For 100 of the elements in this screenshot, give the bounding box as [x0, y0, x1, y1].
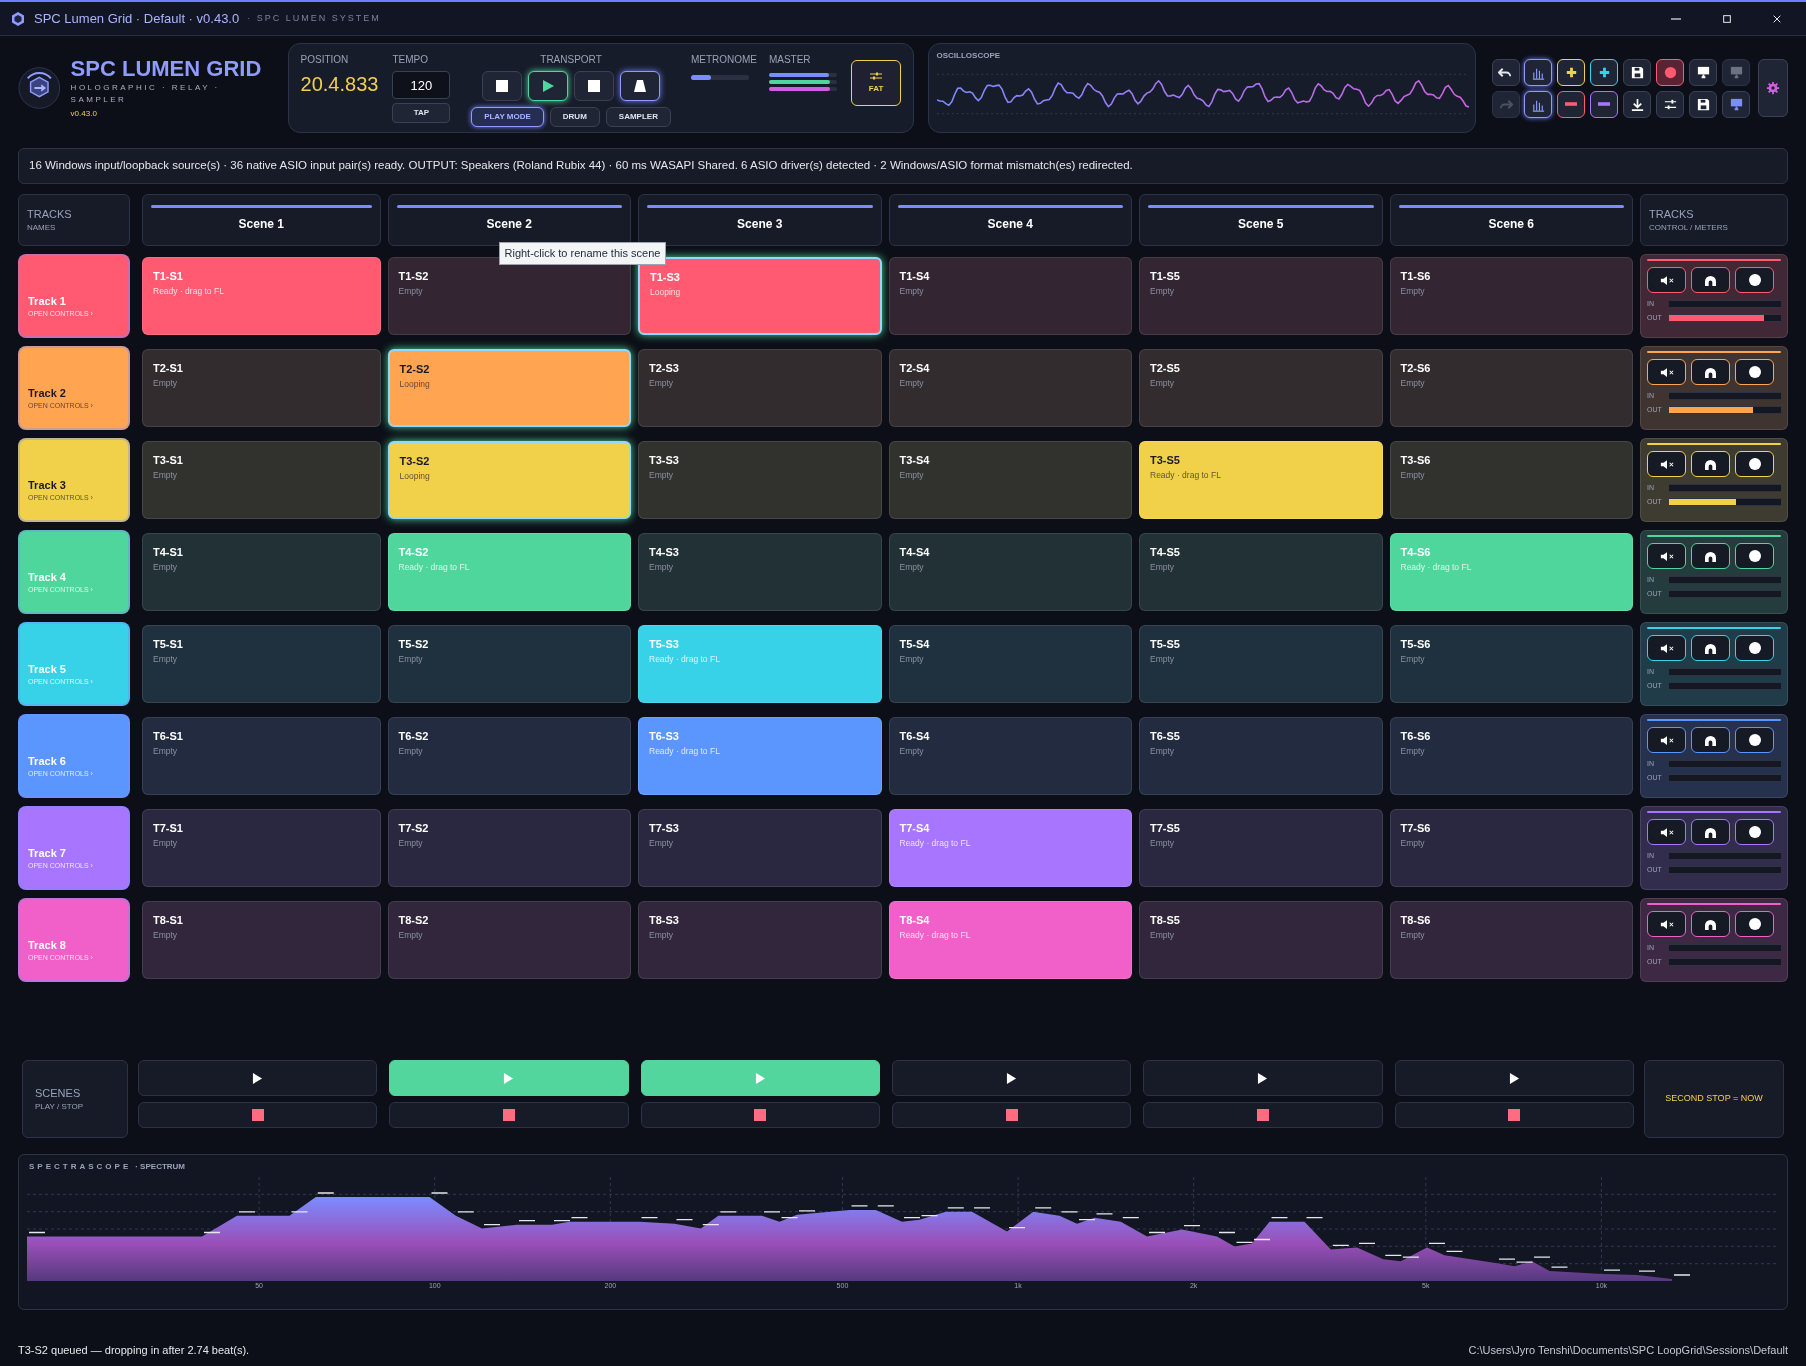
clip-slot[interactable]: T1-S5 Empty [1139, 257, 1383, 335]
monitor-button[interactable] [1691, 359, 1730, 385]
clip-slot[interactable]: T2-S2 Looping [387, 349, 631, 427]
clip-slot[interactable]: T3-S2 Looping [387, 441, 631, 519]
mode-button[interactable]: PLAY MODE [471, 107, 544, 127]
monitor-button[interactable] [1691, 543, 1730, 569]
metronome-button[interactable] [620, 71, 661, 101]
scene-stop-button[interactable] [892, 1102, 1132, 1128]
clip-slot[interactable]: T2-S5 Empty [1139, 349, 1383, 427]
arm-button[interactable] [1735, 727, 1774, 753]
monitor-button[interactable] [1691, 267, 1730, 293]
clip-slot[interactable]: T1-S4 Empty [888, 257, 1132, 335]
save-button[interactable] [1623, 58, 1652, 86]
clip-slot[interactable]: T6-S1 Empty [142, 717, 381, 795]
scene-stop-button[interactable] [138, 1102, 378, 1128]
clip-slot[interactable]: T2-S1 Empty [142, 349, 381, 427]
mute-button[interactable] [1647, 911, 1686, 937]
clip-slot[interactable]: T7-S3 Empty [638, 809, 882, 887]
mute-button[interactable] [1647, 727, 1686, 753]
monitor-button[interactable] [1689, 58, 1718, 86]
clip-slot[interactable]: T3-S1 Empty [142, 441, 381, 519]
arm-button[interactable] [1735, 635, 1774, 661]
arm-button[interactable] [1735, 819, 1774, 845]
mute-button[interactable] [1647, 451, 1686, 477]
scene-stop-button[interactable] [389, 1102, 629, 1128]
monitor-button[interactable] [1691, 635, 1730, 661]
square-button[interactable] [574, 71, 615, 101]
clip-slot[interactable]: T3-S3 Empty [638, 441, 882, 519]
undo-button[interactable] [1491, 58, 1520, 86]
clip-slot[interactable]: T8-S6 Empty [1389, 901, 1633, 979]
clip-slot[interactable]: T6-S4 Empty [888, 717, 1132, 795]
clip-slot[interactable]: T2-S3 Empty [638, 349, 882, 427]
mute-button[interactable] [1647, 635, 1686, 661]
stop-button[interactable] [482, 71, 523, 101]
mode-button[interactable]: SAMPLER [605, 107, 671, 127]
record-button[interactable] [1656, 58, 1685, 86]
arm-button[interactable] [1735, 451, 1774, 477]
remove-button[interactable] [1590, 90, 1619, 118]
monitor-button[interactable] [1691, 911, 1730, 937]
mixer-button[interactable] [1656, 90, 1685, 118]
clip-slot[interactable]: T7-S6 Empty [1389, 809, 1633, 887]
arm-button[interactable] [1735, 543, 1774, 569]
monitor-button[interactable] [1722, 90, 1751, 118]
clip-slot[interactable]: T1-S6 Empty [1389, 257, 1633, 335]
clip-slot[interactable]: T8-S1 Empty [142, 901, 381, 979]
clip-slot[interactable]: T2-S6 Empty [1389, 349, 1633, 427]
clip-slot[interactable]: T4-S5 Empty [1139, 533, 1383, 611]
arm-button[interactable] [1735, 359, 1774, 385]
fat-button[interactable]: FAT [851, 60, 901, 106]
levels-button[interactable] [1524, 90, 1553, 118]
remove-button[interactable] [1557, 90, 1586, 118]
mute-button[interactable] [1647, 267, 1686, 293]
clip-slot[interactable]: T3-S6 Empty [1389, 441, 1633, 519]
speaker-muted-icon [1659, 550, 1674, 562]
clip-slot[interactable]: T4-S3 Empty [638, 533, 882, 611]
play-button[interactable] [528, 71, 569, 101]
monitor-button[interactable] [1691, 819, 1730, 845]
metronome-slider[interactable] [690, 75, 749, 80]
tap-button[interactable]: TAP [392, 103, 451, 123]
mute-button[interactable] [1647, 543, 1686, 569]
download-button[interactable] [1623, 90, 1652, 118]
tempo-field[interactable]: 120 [392, 71, 451, 99]
save-button[interactable] [1689, 90, 1718, 118]
scene-header[interactable]: Scene 3 [638, 194, 882, 246]
scene-header[interactable]: Scene 4 [888, 194, 1132, 246]
clip-slot[interactable]: T7-S1 Empty [142, 809, 381, 887]
add-button[interactable] [1590, 58, 1619, 86]
clip-slot[interactable]: T3-S5 Ready · drag to FL [1139, 441, 1383, 519]
scene-stop-button[interactable] [640, 1102, 880, 1128]
scene-header[interactable]: Scene 1 [142, 194, 381, 246]
clip-slot[interactable]: T6-S5 Empty [1139, 717, 1383, 795]
add-button[interactable] [1557, 58, 1586, 86]
monitor-button[interactable] [1691, 727, 1730, 753]
clip-slot[interactable]: T5-S5 Empty [1139, 625, 1383, 703]
mute-button[interactable] [1647, 359, 1686, 385]
clip-slot[interactable]: T3-S4 Empty [888, 441, 1132, 519]
clip-slot[interactable]: T8-S3 Empty [638, 901, 882, 979]
arm-button[interactable] [1735, 267, 1774, 293]
scene-stop-button[interactable] [1394, 1102, 1634, 1128]
clip-slot[interactable]: T7-S2 Empty [387, 809, 631, 887]
clip-slot[interactable]: T8-S5 Empty [1139, 901, 1383, 979]
settings-button[interactable] [1758, 59, 1788, 117]
levels-button[interactable] [1524, 58, 1553, 86]
clip-slot[interactable]: T5-S2 Empty [387, 625, 631, 703]
scene-header[interactable]: Scene 6 [1389, 194, 1633, 246]
scene-stop-button[interactable] [1143, 1102, 1383, 1128]
arm-button[interactable] [1735, 911, 1774, 937]
clip-slot[interactable]: T5-S4 Empty [888, 625, 1132, 703]
clip-slot[interactable]: T7-S5 Empty [1139, 809, 1383, 887]
clip-slot[interactable]: T5-S6 Empty [1389, 625, 1633, 703]
clip-slot[interactable]: T6-S2 Empty [387, 717, 631, 795]
clip-slot[interactable]: T4-S4 Empty [888, 533, 1132, 611]
clip-slot[interactable]: T8-S2 Empty [387, 901, 631, 979]
clip-slot[interactable]: T5-S1 Empty [142, 625, 381, 703]
clip-slot[interactable]: T6-S6 Empty [1389, 717, 1633, 795]
clip-slot[interactable]: T4-S1 Empty [142, 533, 381, 611]
clip-slot[interactable]: T2-S4 Empty [888, 349, 1132, 427]
scene-header[interactable]: Scene 5 [1139, 194, 1383, 246]
mode-button[interactable]: DRUM [549, 107, 600, 127]
mute-button[interactable] [1647, 819, 1686, 845]
